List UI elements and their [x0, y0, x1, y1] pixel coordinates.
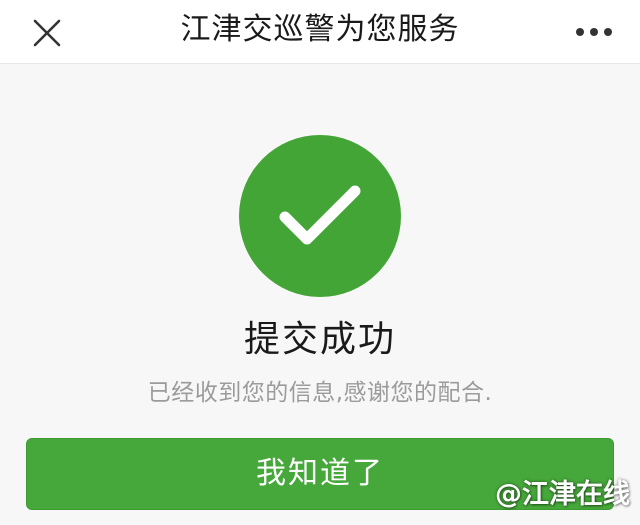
close-icon [33, 19, 61, 47]
result-title: 提交成功 [243, 319, 396, 360]
result-description: 已经收到您的信息,感谢您的配合. [147, 380, 493, 406]
page-title: 江津交巡警为您服务 [180, 12, 460, 47]
success-badge [239, 135, 401, 297]
watermark: @江津在线 [495, 479, 630, 510]
more-options-button[interactable] [570, 12, 618, 52]
screen: 江津交巡警为您服务 提交成功 已经收到您的信息,感谢您的配合. 我知道了 @江津… [0, 0, 640, 525]
nav-bar: 江津交巡警为您服务 [0, 0, 640, 64]
close-button[interactable] [26, 12, 68, 54]
checkmark-icon [279, 185, 361, 245]
result-page: 提交成功 已经收到您的信息,感谢您的配合. 我知道了 @江津在线 [0, 65, 640, 525]
more-dots-icon [576, 28, 612, 36]
